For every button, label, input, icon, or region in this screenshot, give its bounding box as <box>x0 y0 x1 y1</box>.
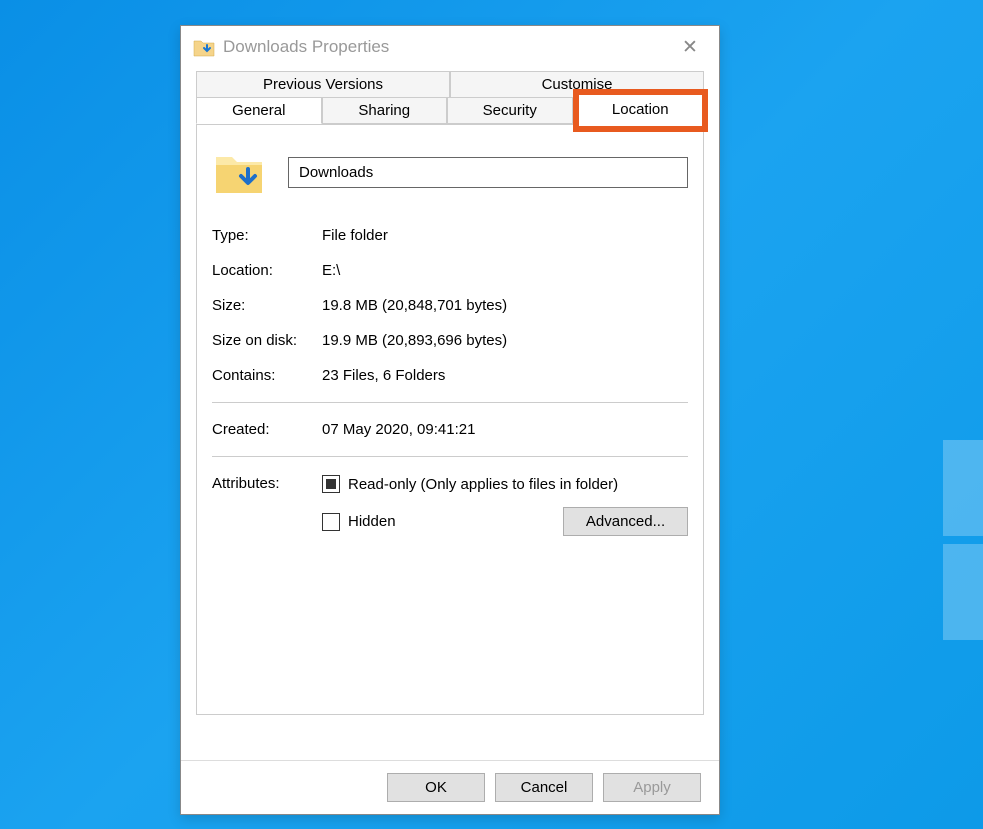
location-label: Location: <box>212 262 322 279</box>
readonly-checkbox[interactable] <box>322 475 340 493</box>
folder-name-input[interactable] <box>288 157 688 188</box>
size-label: Size: <box>212 297 322 314</box>
sizeondisk-label: Size on disk: <box>212 332 322 349</box>
attributes-label: Attributes: <box>212 475 322 536</box>
close-button[interactable]: ✕ <box>673 36 707 59</box>
hidden-label: Hidden <box>348 513 396 530</box>
type-value: File folder <box>322 227 688 244</box>
apply-button[interactable]: Apply <box>603 773 701 802</box>
windows-logo-decoration <box>943 440 983 640</box>
size-value: 19.8 MB (20,848,701 bytes) <box>322 297 688 314</box>
tab-location[interactable]: Location <box>573 89 709 132</box>
advanced-button[interactable]: Advanced... <box>563 507 688 536</box>
divider <box>212 456 688 457</box>
readonly-label: Read-only (Only applies to files in fold… <box>348 476 618 493</box>
contains-label: Contains: <box>212 367 322 384</box>
location-value: E:\ <box>322 262 688 279</box>
titlebar: Downloads Properties ✕ <box>181 26 719 68</box>
downloads-folder-icon <box>193 37 215 57</box>
hidden-checkbox[interactable] <box>322 513 340 531</box>
dialog-footer: OK Cancel Apply <box>181 760 719 814</box>
tab-sharing[interactable]: Sharing <box>322 97 448 124</box>
general-tab-panel: Type: File folder Location: E:\ Size: 19… <box>196 125 704 715</box>
cancel-button[interactable]: Cancel <box>495 773 593 802</box>
ok-button[interactable]: OK <box>387 773 485 802</box>
sizeondisk-value: 19.9 MB (20,893,696 bytes) <box>322 332 688 349</box>
type-label: Type: <box>212 227 322 244</box>
created-value: 07 May 2020, 09:41:21 <box>322 421 688 438</box>
tab-previous-versions[interactable]: Previous Versions <box>196 71 450 97</box>
created-label: Created: <box>212 421 322 438</box>
tab-general[interactable]: General <box>196 97 322 124</box>
folder-large-icon <box>212 145 266 199</box>
properties-dialog: Downloads Properties ✕ Previous Versions… <box>180 25 720 815</box>
tab-security[interactable]: Security <box>447 97 573 124</box>
contains-value: 23 Files, 6 Folders <box>322 367 688 384</box>
dialog-content: Previous Versions Customise General Shar… <box>181 68 719 760</box>
tabs: Previous Versions Customise General Shar… <box>196 71 704 715</box>
divider <box>212 402 688 403</box>
window-title: Downloads Properties <box>223 37 673 57</box>
